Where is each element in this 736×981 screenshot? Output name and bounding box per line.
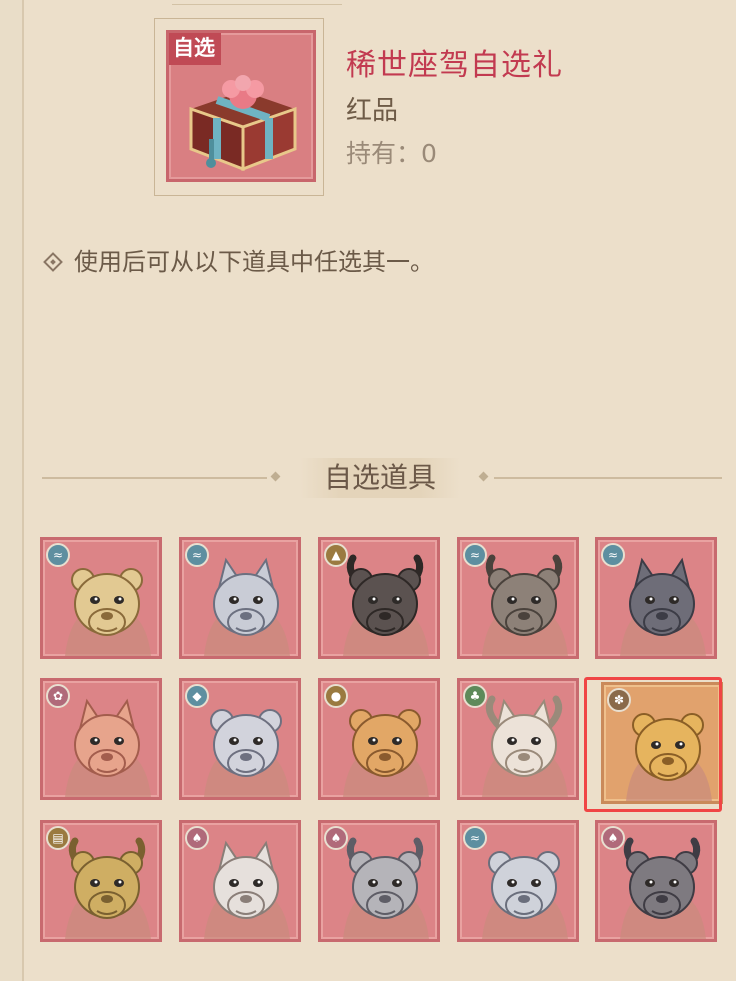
white-bear-portrait [204,709,290,797]
option-card-white-panther[interactable]: ≈ [457,820,579,942]
water-icon: ≈ [463,826,487,850]
crystal-icon: ◆ [185,684,209,708]
section-title: 自选道具 [300,458,460,498]
scroll-icon: ▤ [46,826,70,850]
item-name: 稀世座驾自选礼 [346,48,563,83]
item-icon: 自选 [166,30,316,182]
grey-ox-portrait [482,554,568,656]
option-card-white-deer[interactable]: ♣ [457,678,579,800]
option-card-grey-wolf[interactable]: ≈ [179,537,301,659]
sabertooth-tiger-portrait [65,568,151,656]
divider-diamond-icon [478,471,489,482]
orange-tiger-portrait [343,709,429,797]
selection-highlight [584,677,722,812]
option-card-golden-ram[interactable]: ▤ [40,820,162,942]
white-fox-portrait [204,840,290,939]
flame-icon: ♠ [185,826,209,850]
dark-rhino-portrait [620,837,706,939]
water-icon: ≈ [463,543,487,567]
black-bull-portrait [343,554,429,656]
mountain-icon: ▲ [324,543,348,567]
section-header: 自选道具 [42,458,722,498]
option-card-orange-tiger[interactable]: ● [318,678,440,800]
flame-icon: ♠ [324,826,348,850]
top-divider [172,0,342,5]
option-card-black-bull[interactable]: ▲ [318,537,440,659]
red-fox-portrait [65,698,151,797]
option-card-white-bear[interactable]: ◆ [179,678,301,800]
option-card-white-fox[interactable]: ♠ [179,820,301,942]
diamond-bullet-icon [43,251,63,272]
divider-diamond-icon [270,471,281,482]
description-text: 使用后可从以下道具中任选其一。 [74,248,434,276]
option-card-sabertooth-tiger[interactable]: ≈ [40,537,162,659]
grey-wolf-portrait [204,557,290,656]
dark-wolf-portrait [620,557,706,656]
self-select-tag: 自选 [169,33,221,65]
white-panther-portrait [482,851,568,939]
item-rarity: 红品 [346,96,399,126]
option-card-grey-ox[interactable]: ≈ [457,537,579,659]
fire-icon: ● [324,684,348,708]
owned-count: 持有：0 [346,139,437,168]
option-card-dark-wolf[interactable]: ≈ [595,537,717,659]
option-card-dark-rhino[interactable]: ♠ [595,820,717,942]
flame-icon: ♠ [601,826,625,850]
water-icon: ≈ [46,543,70,567]
item-description: 使用后可从以下道具中任选其一。 [42,242,434,277]
white-deer-portrait [482,695,568,797]
gift-box-icon [189,75,297,172]
flower-icon: ✿ [46,684,70,708]
section-divider-right [494,477,722,479]
section-divider-left [42,477,267,479]
water-icon: ≈ [601,543,625,567]
water-icon: ≈ [185,543,209,567]
leaf-icon: ♣ [463,684,487,708]
golden-ram-portrait [65,837,151,939]
option-card-red-fox[interactable]: ✿ [40,678,162,800]
grey-rhino-portrait [343,837,429,939]
option-card-grey-rhino[interactable]: ♠ [318,820,440,942]
